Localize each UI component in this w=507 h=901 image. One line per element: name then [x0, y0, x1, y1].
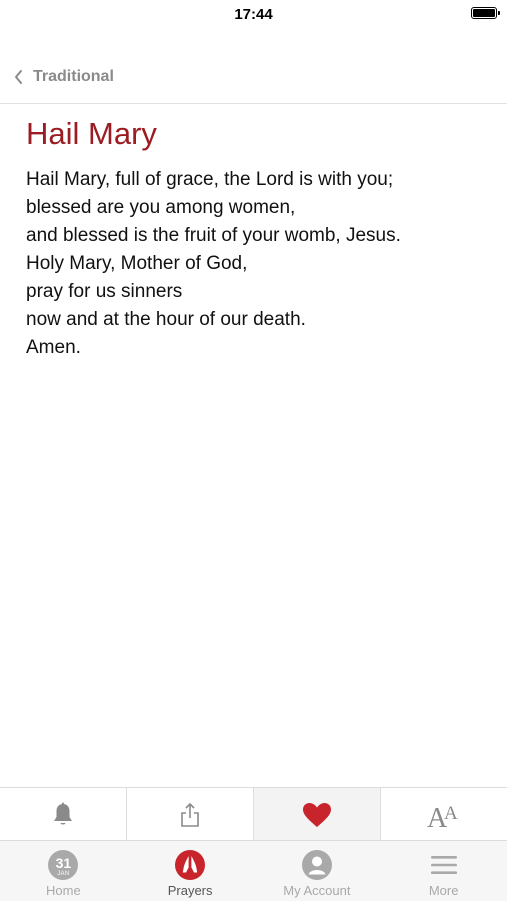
status-bar: 17:44 — [0, 0, 507, 28]
tab-prayers-label: Prayers — [167, 883, 213, 898]
reminder-button[interactable] — [0, 788, 127, 841]
tab-more-label: More — [428, 883, 459, 898]
prayer-line: Amen. — [26, 337, 81, 358]
favorite-button[interactable] — [254, 788, 381, 841]
heart-icon — [303, 802, 331, 827]
menu-icon — [430, 856, 457, 874]
tab-home-label: Home — [46, 883, 81, 898]
prayer-line: Hail Mary, full of grace, the Lord is wi… — [26, 169, 394, 190]
back-button[interactable]: Traditional — [14, 68, 114, 86]
text-size-button[interactable]: A A — [381, 788, 507, 841]
praying-hands-icon — [175, 850, 206, 880]
battery-icon — [471, 7, 500, 19]
back-button-label: Traditional — [33, 68, 114, 85]
prayer-line: Holy Mary, Mother of God, — [26, 253, 248, 274]
tab-my-account-label: My Account — [283, 883, 351, 898]
tab-more[interactable]: More — [380, 841, 507, 901]
prayer-text: Hail Mary, full of grace, the Lord is wi… — [26, 166, 487, 362]
calendar-month: JAN — [57, 870, 70, 877]
chevron-left-icon — [15, 70, 22, 84]
prayer-line: and blessed is the fruit of your womb, J… — [26, 225, 401, 246]
tab-home[interactable]: 31 JAN Home — [0, 841, 127, 901]
prayer-line: now and at the hour of our death. — [26, 309, 306, 330]
navigation-bar: Traditional — [0, 56, 507, 104]
prayer-title: Hail Mary — [26, 116, 157, 151]
bell-icon — [54, 802, 72, 824]
tab-bar: 31 JAN Home Prayers My Account More — [0, 840, 507, 901]
text-size-icon: A A — [427, 803, 458, 830]
calendar-icon: 31 JAN — [48, 850, 79, 880]
share-icon — [181, 802, 199, 827]
svg-text:A: A — [444, 803, 458, 824]
prayer-line: blessed are you among women, — [26, 197, 296, 218]
status-time: 17:44 — [234, 6, 273, 23]
prayer-line: pray for us sinners — [26, 281, 183, 302]
prayer-action-bar: A A — [0, 787, 507, 841]
share-button[interactable] — [127, 788, 254, 841]
calendar-day: 31 — [55, 854, 72, 871]
tab-prayers[interactable]: Prayers — [127, 841, 254, 901]
tab-my-account[interactable]: My Account — [254, 841, 381, 901]
user-icon — [301, 850, 332, 880]
prayer-content: Hail Mary Hail Mary, full of grace, the … — [26, 116, 487, 362]
